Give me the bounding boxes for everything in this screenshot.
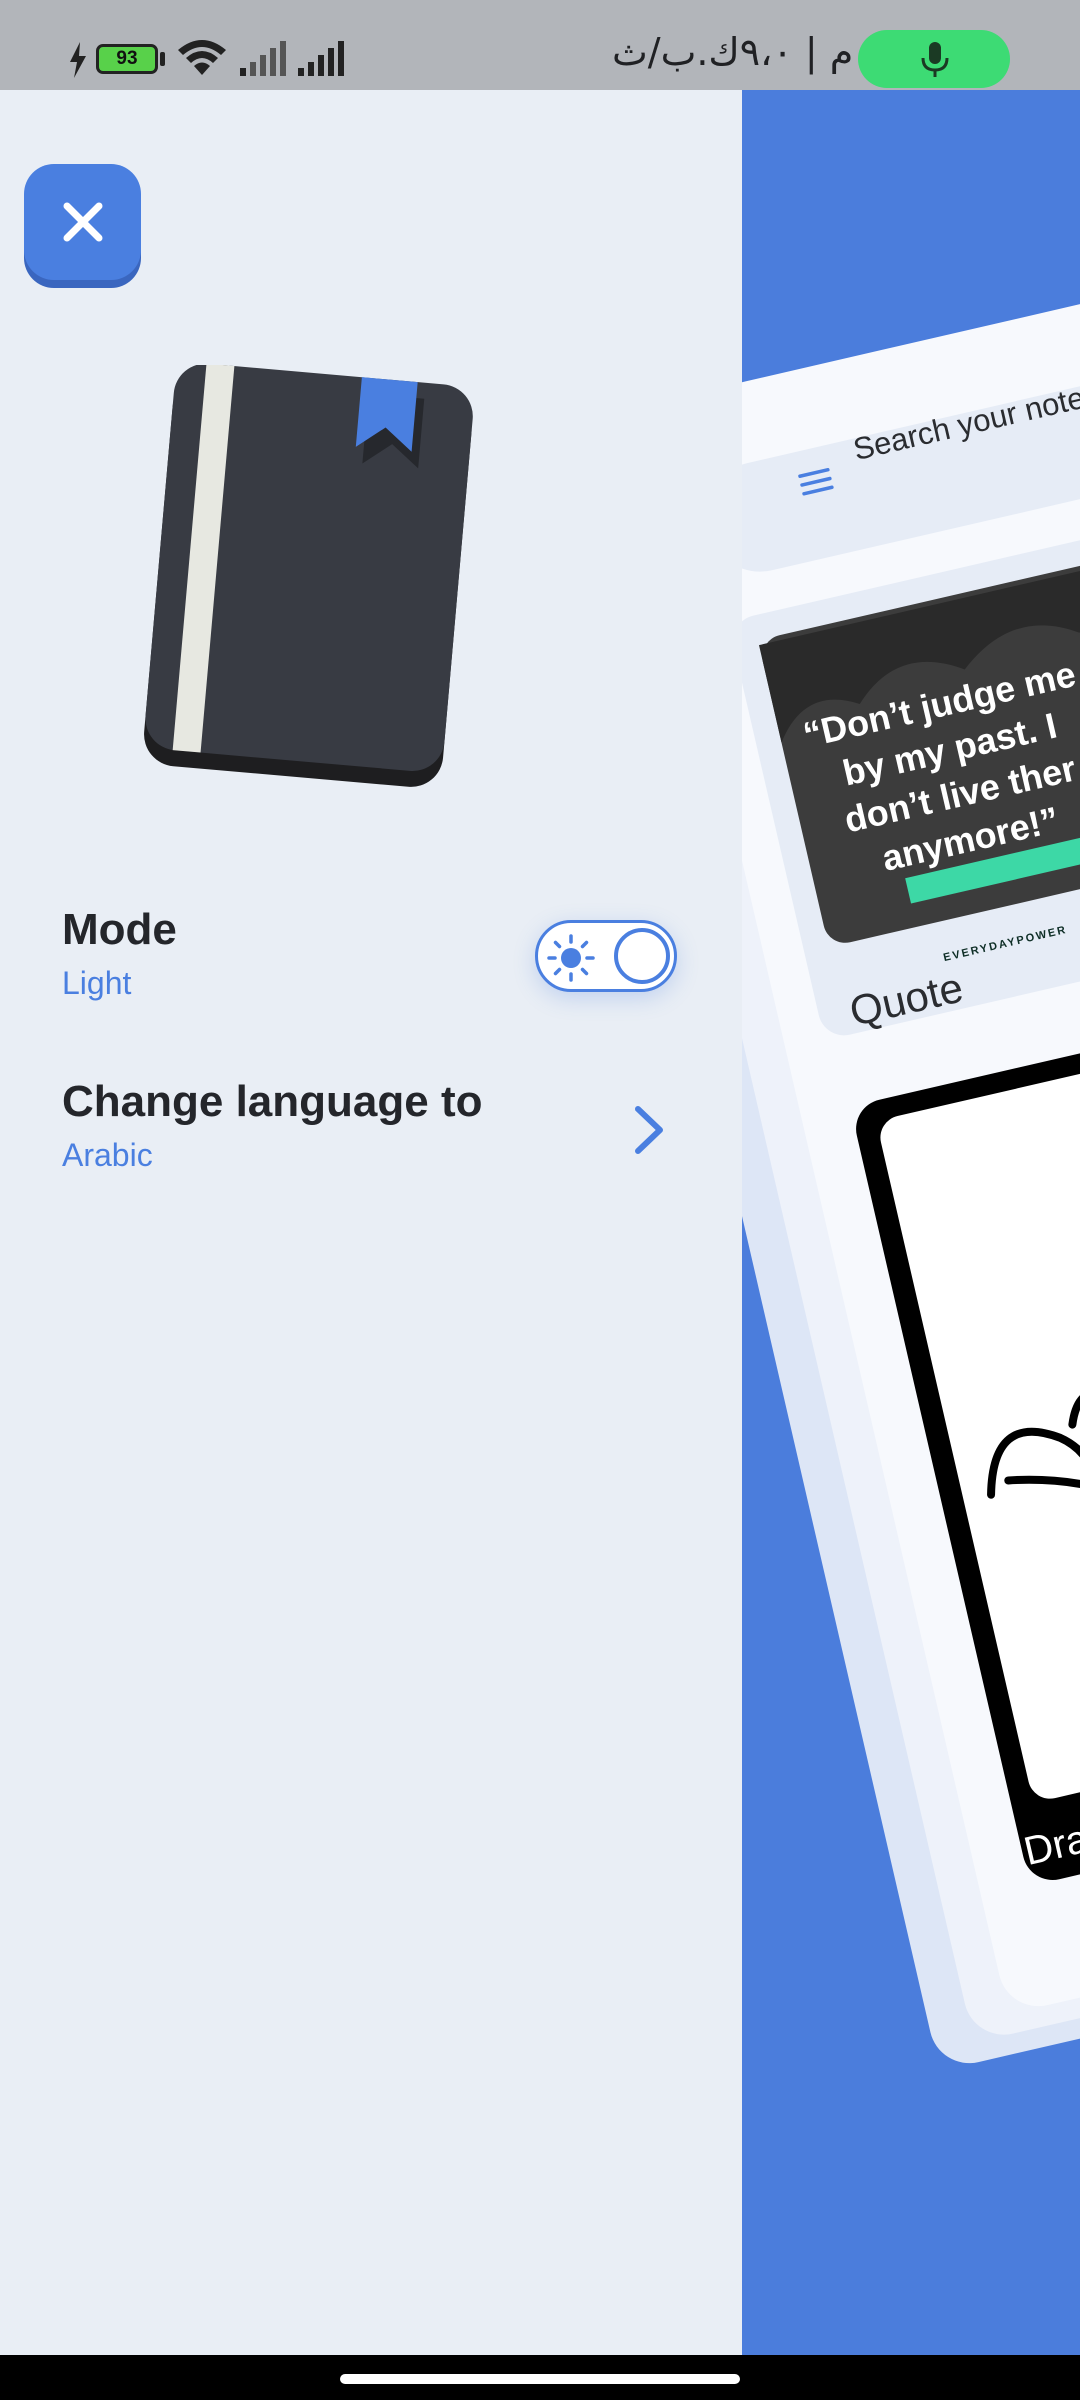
battery-level: 93 xyxy=(116,48,138,69)
notebook-logo xyxy=(144,365,473,787)
close-button[interactable] xyxy=(24,164,141,280)
wifi-icon xyxy=(178,40,226,75)
mic-indicator[interactable] xyxy=(858,30,1010,88)
sun-icon xyxy=(547,934,595,982)
language-title: Change language to xyxy=(62,1077,483,1126)
charging-icon xyxy=(70,42,86,78)
language-value: Arabic xyxy=(62,1137,153,1173)
app-preview: Search your note “Don’t judge me by my p… xyxy=(742,90,1080,2355)
mode-title: Mode xyxy=(62,905,177,954)
status-bar: 93 ٢:١٨ م | ٩،٠ك.ب/ث xyxy=(0,0,1080,90)
signal-icon xyxy=(298,41,344,76)
mode-value: Light xyxy=(62,965,132,1001)
mic-icon xyxy=(921,42,949,77)
chevron-right-icon[interactable] xyxy=(628,1105,672,1155)
home-indicator[interactable] xyxy=(340,2374,740,2384)
close-icon xyxy=(63,202,102,242)
mode-toggle[interactable] xyxy=(535,920,677,992)
signal-icon xyxy=(240,41,286,76)
battery-cap xyxy=(160,52,165,66)
toggle-knob xyxy=(614,928,670,984)
